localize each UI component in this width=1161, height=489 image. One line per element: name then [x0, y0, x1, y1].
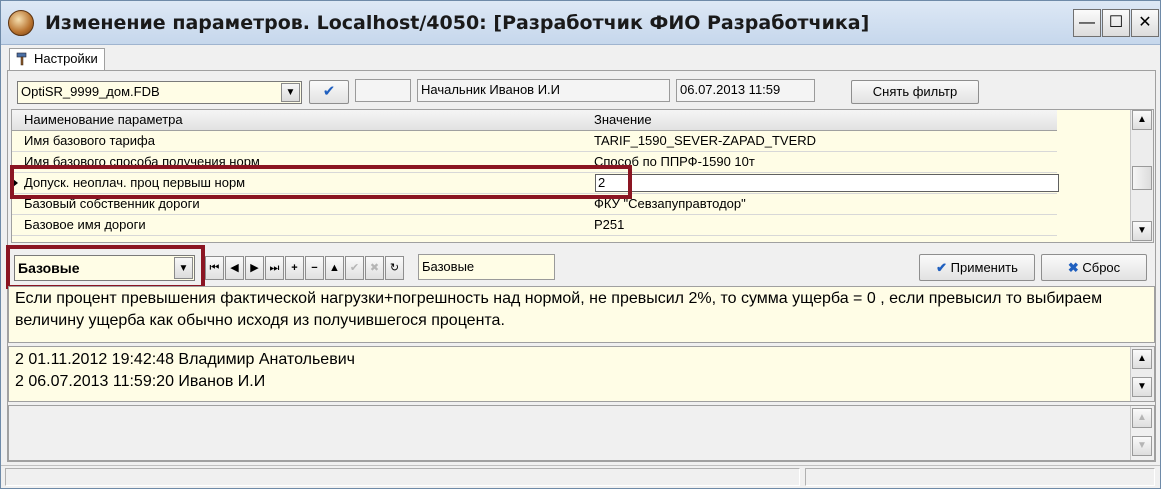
table-row[interactable]: Имя базового тарифа TARIF_1590_SEVER-ZAP… [12, 131, 1057, 152]
minimize-button[interactable]: — [1073, 9, 1101, 37]
apply-label: Применить [950, 260, 1018, 275]
scroll-down-icon[interactable]: ▼ [1132, 221, 1152, 241]
param-name: Базовое имя дороги [24, 217, 146, 232]
group-name-field[interactable]: Базовые [418, 254, 555, 280]
param-name: Допуск. неоплач. проц первыш норм [24, 175, 246, 190]
description-memo[interactable]: Если процент превышения фактической нагр… [8, 286, 1155, 343]
row-indicator-icon [13, 179, 18, 187]
grid-scrollbar[interactable]: ▲ ▼ [1130, 110, 1153, 242]
scroll-down-icon[interactable]: ▼ [1132, 436, 1152, 456]
table-row[interactable]: Имя базового способа получения норм Спос… [12, 152, 1057, 173]
scroll-up-icon[interactable]: ▲ [1132, 349, 1152, 369]
prior-record-button[interactable]: ◀ [225, 256, 244, 280]
record-navigator: ⏮ ◀ ▶ ⏭ + − ▲ ✔ ✖ ↻ [205, 256, 415, 280]
confirm-button[interactable]: ✔ [309, 80, 349, 104]
param-value: ФКУ "Севзапуправтодор" [594, 196, 746, 211]
scroll-down-icon[interactable]: ▼ [1132, 377, 1152, 397]
chevron-down-icon[interactable]: ▼ [281, 83, 300, 102]
last-record-button[interactable]: ⏭ [265, 256, 284, 280]
status-pane [5, 468, 800, 486]
first-record-button[interactable]: ⏮ [205, 256, 224, 280]
group-select[interactable]: Базовые ▼ [14, 255, 195, 281]
edit-record-button[interactable]: ▲ [325, 256, 344, 280]
table-row[interactable]: Базовое имя дороги Р251 [12, 215, 1057, 236]
x-icon: ✖ [1067, 260, 1079, 275]
maximize-button[interactable]: ☐ [1102, 9, 1130, 37]
reset-label: Сброс [1082, 260, 1121, 275]
app-icon [8, 10, 34, 36]
param-name: Имя базового тарифа [24, 133, 155, 148]
parameters-grid: Наименование параметра Значение Имя базо… [11, 109, 1154, 243]
scroll-thumb[interactable] [1132, 166, 1152, 190]
check-icon: ✔ [936, 260, 948, 275]
history-scrollbar[interactable]: ▲ ▼ [1130, 347, 1154, 401]
status-pane [805, 468, 1155, 486]
delete-record-button[interactable]: − [305, 256, 324, 280]
datetime-field: 06.07.2013 11:59 [676, 79, 815, 102]
cancel-record-button[interactable]: ✖ [365, 256, 384, 280]
param-value: Р251 [594, 217, 625, 232]
list-item: 2 06.07.2013 11:59:20 Иванов И.И [15, 373, 266, 390]
window-title: Изменение параметров. Localhost/4050: [Р… [45, 12, 870, 34]
insert-record-button[interactable]: + [285, 256, 304, 280]
param-value: 2 [598, 175, 606, 190]
settings-panel: OptiSR_9999_дом.FDB ▼ ✔ Начальник Иванов… [6, 70, 1156, 462]
database-select-value: OptiSR_9999_дом.FDB [21, 84, 160, 99]
remove-filter-button[interactable]: Снять фильтр [851, 80, 979, 104]
hammer-icon [16, 52, 27, 66]
param-name: Базовый собственник дороги [24, 196, 200, 211]
table-row-selected[interactable]: Допуск. неоплач. проц первыш норм 2 [12, 173, 1059, 194]
list-item: 2 01.11.2012 19:42:48 Владимир Анатольев… [15, 351, 355, 368]
tab-label: Настройки [34, 51, 98, 66]
post-record-button[interactable]: ✔ [345, 256, 364, 280]
application-window: Изменение параметров. Localhost/4050: [Р… [0, 0, 1161, 489]
next-record-button[interactable]: ▶ [245, 256, 264, 280]
column-header-name[interactable]: Наименование параметра [24, 110, 183, 130]
param-name: Имя базового способа получения норм [24, 154, 260, 169]
param-value-editor[interactable]: 2 [595, 174, 1059, 192]
database-select[interactable]: OptiSR_9999_дом.FDB ▼ [17, 81, 302, 104]
user-field: Начальник Иванов И.И [417, 79, 670, 102]
reset-button[interactable]: ✖ Сброс [1041, 254, 1147, 281]
status-bar [1, 465, 1160, 488]
title-bar[interactable]: Изменение параметров. Localhost/4050: [Р… [1, 1, 1160, 45]
table-row[interactable]: Базовый собственник дороги ФКУ "Севзапуп… [12, 194, 1057, 215]
grid-header: Наименование параметра Значение [12, 110, 1057, 131]
param-value: Способ по ППРФ-1590 10т [594, 154, 755, 169]
column-header-value[interactable]: Значение [594, 110, 652, 130]
empty-area-scrollbar[interactable]: ▲ ▼ [1130, 406, 1154, 460]
empty-area: ▲ ▼ [8, 405, 1155, 461]
scroll-up-icon[interactable]: ▲ [1132, 110, 1152, 130]
apply-button[interactable]: ✔ Применить [919, 254, 1035, 281]
close-button[interactable]: ✕ [1131, 9, 1159, 37]
history-list[interactable]: 2 01.11.2012 19:42:48 Владимир Анатольев… [8, 346, 1155, 402]
tab-settings[interactable]: Настройки [9, 48, 105, 70]
param-value: TARIF_1590_SEVER-ZAPAD_TVERD [594, 133, 817, 148]
refresh-button[interactable]: ↻ [385, 256, 404, 280]
empty-field [355, 79, 411, 102]
chevron-down-icon[interactable]: ▼ [174, 257, 193, 279]
group-select-value: Базовые [18, 260, 80, 276]
scroll-up-icon[interactable]: ▲ [1132, 408, 1152, 428]
